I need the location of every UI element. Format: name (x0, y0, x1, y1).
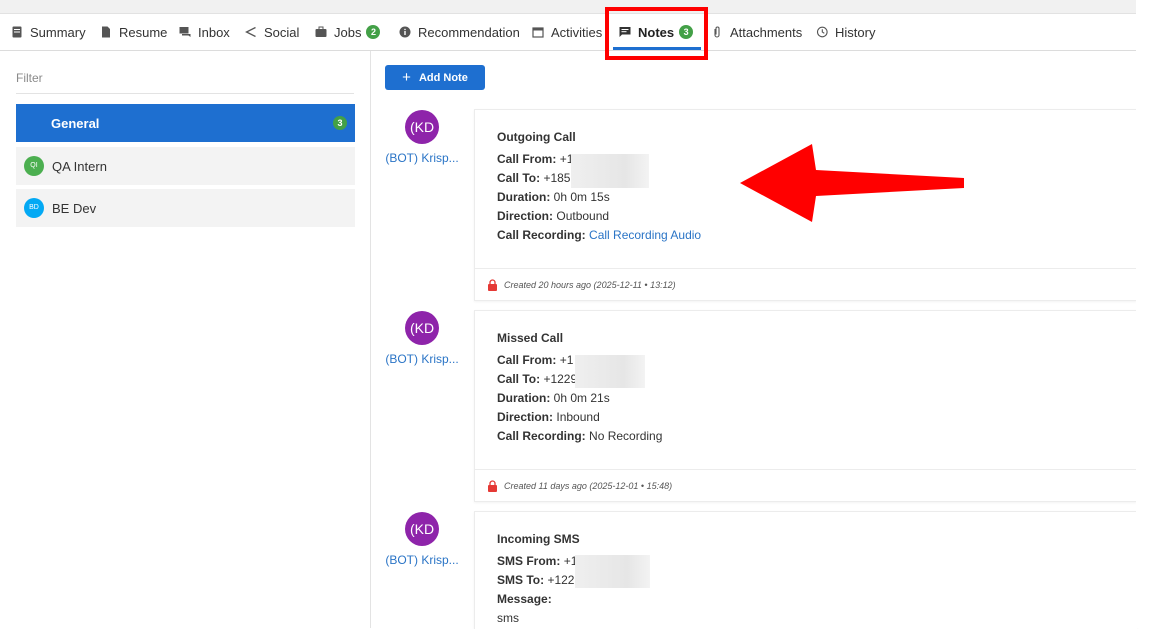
window-top-strip (0, 0, 1136, 14)
calendar-icon (532, 27, 544, 38)
tab-label: Social (264, 24, 300, 40)
add-note-button[interactable]: + Add Note (385, 65, 485, 90)
note-author[interactable]: (KD (BOT) Krisp... (382, 110, 462, 165)
author-name[interactable]: (BOT) Krisp... (382, 352, 462, 366)
note-line: Message: (497, 592, 552, 606)
paperclip-icon (714, 26, 720, 38)
group-label: QA Intern (52, 158, 107, 174)
group-label: General (51, 115, 100, 131)
note-card: Missed Call Call From: +1 Call To: +1229… (474, 310, 1137, 502)
note-title: Incoming SMS (497, 532, 580, 546)
note-footer: Created 11 days ago (2025-12-01 • 15:48) (475, 469, 1137, 501)
tab-label: Recommendation (418, 24, 520, 40)
author-name[interactable]: (BOT) Krisp... (382, 151, 462, 165)
tab-inbox[interactable]: Inbox (179, 14, 230, 50)
filter-group-general[interactable]: General 3 (16, 104, 355, 142)
tab-label: Attachments (730, 24, 803, 40)
lock-icon (488, 479, 497, 492)
tab-social[interactable]: Social (245, 14, 299, 50)
author-name[interactable]: (BOT) Krisp... (382, 553, 462, 567)
tab-label: History (835, 24, 876, 40)
redaction-blur (575, 355, 645, 388)
file-icon (102, 26, 110, 38)
avatar: (KD (405, 311, 439, 345)
group-avatar: BD (24, 198, 44, 218)
tab-recommendation[interactable]: Recommendation (399, 14, 520, 50)
note-line: Direction: Inbound (497, 410, 600, 424)
note-card: Incoming SMS SMS From: +1 SMS To: +1229 … (474, 511, 1137, 629)
tab-bar: Summary Resume Inbox Social Jobs 2 Recom… (0, 14, 1136, 51)
active-tab-indicator (613, 47, 701, 50)
tab-label: Notes (638, 24, 675, 40)
note-line: Call Recording: No Recording (497, 429, 663, 443)
redaction-blur (575, 555, 650, 588)
note-line: Duration: 0h 0m 21s (497, 391, 610, 405)
filter-input[interactable]: Filter (16, 71, 43, 85)
note-message: sms (497, 611, 519, 625)
filter-underline (16, 93, 354, 94)
briefcase-icon (315, 26, 327, 37)
note-footer: Created 20 hours ago (2025-12-11 • 13:12… (475, 268, 1137, 300)
group-avatar: QI (24, 156, 44, 176)
tab-history[interactable]: History (816, 14, 875, 50)
note-icon (619, 27, 631, 37)
tab-label: Summary (30, 24, 86, 40)
filter-panel: Filter General 3 QI QA Intern BD BE Dev (0, 51, 371, 628)
redaction-blur (571, 154, 649, 188)
tab-label: Inbox (198, 24, 230, 40)
chat-icon (179, 27, 191, 37)
document-icon (12, 26, 22, 38)
note-title: Missed Call (497, 331, 564, 345)
filter-group-be-dev[interactable]: BD BE Dev (16, 189, 355, 227)
tab-attachments[interactable]: Attachments (711, 14, 802, 50)
jobs-count-badge: 2 (366, 25, 381, 39)
note-created-text: Created 11 days ago (2025-12-01 • 15:48) (504, 480, 673, 491)
tab-summary[interactable]: Summary (11, 14, 86, 50)
tab-label: Jobs (334, 24, 362, 40)
history-icon (816, 26, 828, 38)
group-count-badge: 3 (333, 116, 347, 130)
tab-notes[interactable]: Notes 3 (619, 14, 694, 50)
add-note-label: Add Note (418, 71, 468, 84)
annotation-arrow (740, 144, 964, 222)
filter-group-qa-intern[interactable]: QI QA Intern (16, 147, 355, 185)
tab-resume[interactable]: Resume (100, 14, 167, 50)
note-line: Call Recording: Call Recording Audio (497, 228, 702, 242)
share-icon (245, 26, 256, 38)
info-icon (399, 26, 411, 38)
tab-activities[interactable]: Activities (532, 14, 602, 50)
call-recording-link[interactable]: Call Recording Audio (589, 228, 701, 242)
avatar: (KD (405, 512, 439, 546)
right-edge-strip (1136, 0, 1158, 628)
tab-jobs[interactable]: Jobs 2 (315, 14, 381, 50)
note-author[interactable]: (KD (BOT) Krisp... (382, 311, 462, 366)
notes-count-badge: 3 (679, 25, 694, 39)
note-created-text: Created 20 hours ago (2025-12-11 • 13:12… (504, 279, 676, 290)
tab-label: Resume (119, 24, 168, 40)
plus-icon: + (402, 69, 411, 86)
avatar: (KD (405, 110, 439, 144)
note-author[interactable]: (KD (BOT) Krisp... (382, 512, 462, 567)
group-label: BE Dev (52, 200, 97, 216)
tab-label: Activities (551, 24, 603, 40)
lock-icon (488, 278, 497, 291)
